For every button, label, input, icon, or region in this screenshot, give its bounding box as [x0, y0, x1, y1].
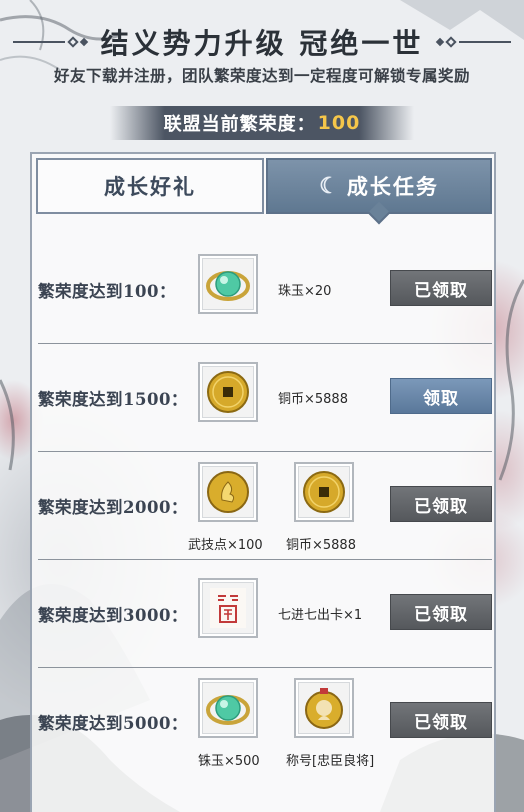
reward-item-martial-token[interactable] [198, 462, 258, 522]
task-requirement: 繁荣度达到5000： [38, 714, 188, 733]
reward-item-jade[interactable] [198, 254, 258, 314]
right-ornament-icon [436, 36, 512, 48]
page-subtitle: 好友下载并注册，团队繁荣度达到一定程度可解锁专属奖励 [53, 66, 470, 85]
reward-label: 武技点×100 [188, 538, 263, 553]
reward-label: 七进七出卡×1 [278, 608, 363, 623]
jade-icon [206, 271, 250, 301]
tab-growth-gift[interactable]: 成长好礼 [36, 158, 264, 214]
reward-item-jade[interactable] [198, 678, 258, 738]
title-medal-icon [305, 688, 343, 729]
copper-coin-icon [303, 471, 345, 513]
active-tab-pointer-icon [367, 201, 391, 225]
reward-label: 铜币×5888 [278, 392, 348, 407]
claim-button[interactable]: 领取 [390, 378, 492, 414]
seal-card-icon [210, 588, 246, 628]
task-row: 繁荣度达到100： 珠玉×20 已领取 [32, 236, 494, 344]
task-row: 繁荣度达到2000： 武技点×100 铜币×5888 已领取 [32, 452, 494, 560]
page-title: 结义势力升级 冠绝一世 [100, 27, 424, 60]
copper-coin-icon [207, 371, 249, 413]
claimed-button[interactable]: 已领取 [390, 270, 492, 306]
task-requirement: 繁荣度达到2000： [38, 498, 188, 517]
task-row: 繁荣度达到5000： 铢玉×500 称号[忠臣良将] 已领取 [32, 668, 494, 776]
task-requirement: 繁荣度达到100： [38, 282, 176, 301]
task-requirement: 繁荣度达到3000： [38, 606, 188, 625]
tab-label: 成长好礼 [104, 174, 196, 199]
task-row: 繁荣度达到1500： 铜币×5888 领取 [32, 344, 494, 452]
event-header: 结义势力升级 冠绝一世 好友下载并注册，团队繁荣度达到一定程度可解锁专属奖励 [0, 0, 524, 100]
claimed-button[interactable]: 已领取 [390, 594, 492, 630]
task-requirement: 繁荣度达到1500： [38, 390, 188, 409]
prosperity-label: 联盟当前繁荣度： [163, 114, 316, 135]
task-row: 繁荣度达到3000： 七进七出卡×1 已领取 [32, 560, 494, 668]
tab-bar: 成长好礼 ☾ 成长任务 [32, 154, 494, 225]
reward-label: 铢玉×500 [198, 754, 260, 769]
reward-label: 珠玉×20 [278, 284, 332, 299]
reward-item-title-medal[interactable] [294, 678, 354, 738]
title-row: 结义势力升级 冠绝一世 [0, 22, 524, 62]
left-ornament-icon [12, 36, 88, 48]
prosperity-value: 100 [317, 112, 361, 134]
martial-token-icon [207, 471, 249, 513]
alliance-prosperity-banner: 联盟当前繁荣度： 100 [110, 106, 414, 140]
reward-item-seal-card[interactable] [198, 578, 258, 638]
reward-label: 称号[忠臣良将] [286, 754, 375, 769]
jade-icon [206, 695, 250, 725]
tab-label: 成长任务 [346, 174, 439, 199]
reward-label: 铜币×5888 [286, 538, 356, 553]
reward-item-copper-coin[interactable] [198, 362, 258, 422]
reward-item-copper-coin[interactable] [294, 462, 354, 522]
reward-panel: 成长好礼 ☾ 成长任务 繁荣度达到100： 珠玉×20 已领取 繁荣度达到150… [30, 152, 496, 812]
claimed-button[interactable]: 已领取 [390, 702, 492, 738]
tab-growth-task[interactable]: ☾ 成长任务 [266, 158, 492, 225]
claimed-button[interactable]: 已领取 [390, 486, 492, 522]
swirl-icon: ☾ [319, 173, 341, 199]
